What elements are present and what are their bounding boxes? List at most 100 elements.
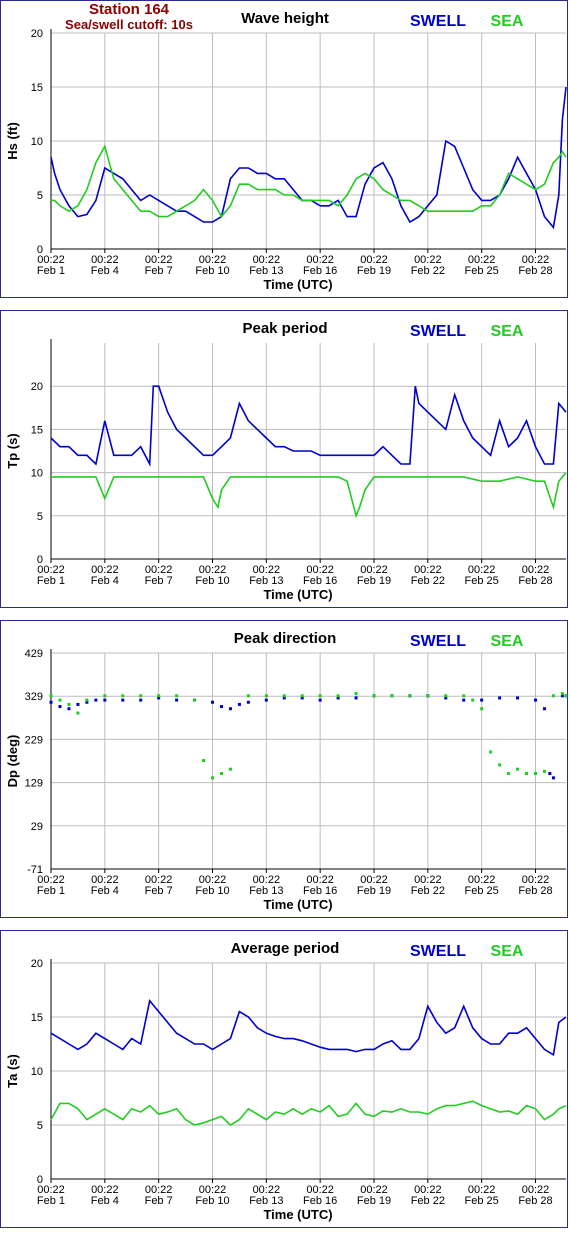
peak-direction-sea-point bbox=[462, 694, 466, 698]
peak-period-xtick-date: Feb 13 bbox=[249, 575, 283, 587]
average-period-xtick-date: Feb 19 bbox=[357, 1195, 391, 1207]
peak-period-ylabel: Tp (s) bbox=[5, 433, 20, 468]
average-period-chart: 0510152000:22Feb 100:22Feb 400:22Feb 700… bbox=[5, 940, 567, 1222]
peak-period-xtick-date: Feb 22 bbox=[411, 575, 445, 587]
peak-direction-sea-point bbox=[67, 702, 71, 706]
average-period-xtick-date: Feb 13 bbox=[249, 1195, 283, 1207]
average-period-swell-series bbox=[50, 999, 567, 1057]
peak-direction-sea-point bbox=[282, 694, 286, 698]
peak-direction-ylabel: Dp (deg) bbox=[5, 735, 20, 788]
peak-period-ytick-label: 5 bbox=[37, 511, 43, 523]
peak-direction-sea-point bbox=[444, 694, 448, 698]
peak-direction-xtick-date: Feb 25 bbox=[465, 885, 499, 897]
wave-height-panel: Station 164 Sea/swell cutoff: 10s 0 5 10 15… bbox=[0, 0, 568, 298]
peak-direction-sea-point bbox=[372, 694, 376, 698]
peak-direction-sea-point bbox=[551, 694, 555, 698]
peak-direction-xtick-date: Feb 16 bbox=[303, 885, 337, 897]
peak-direction-sea-point bbox=[157, 694, 161, 698]
peak-direction-ytick-label: 329 bbox=[25, 691, 43, 703]
peak-direction-sea-point bbox=[533, 772, 537, 776]
peak-direction-swell-point bbox=[49, 700, 53, 704]
peak-direction-swell-point bbox=[548, 772, 552, 776]
average-period-sea-series bbox=[50, 1100, 567, 1127]
peak-direction-sea-point bbox=[103, 694, 107, 698]
average-period-legend-sea: SEA bbox=[491, 943, 524, 960]
wave-height-chart: 0510152000:22Feb 100:22Feb 400:22Feb 700… bbox=[5, 10, 567, 292]
peak-direction-swell-point bbox=[551, 776, 555, 780]
wave-height-ytick-label: 20 bbox=[31, 28, 43, 40]
peak-period-xtick-date: Feb 10 bbox=[195, 575, 229, 587]
peak-period-xtick-date: Feb 7 bbox=[145, 575, 173, 587]
wave-height-xtick-date: Feb 25 bbox=[465, 265, 499, 277]
peak-period-legend-sea: SEA bbox=[491, 323, 524, 340]
peak-direction-xtick-date: Feb 1 bbox=[37, 885, 65, 897]
peak-direction-xtick-date: Feb 7 bbox=[145, 885, 173, 897]
peak-direction-ytick-label: 229 bbox=[25, 734, 43, 746]
peak-direction-xlabel: Time (UTC) bbox=[263, 897, 332, 912]
peak-direction-swell-point bbox=[264, 698, 268, 702]
average-period-xlabel: Time (UTC) bbox=[263, 1207, 332, 1222]
peak-direction-sea-point bbox=[564, 694, 568, 698]
average-period-ytick-label: 10 bbox=[31, 1066, 43, 1078]
peak-period-ytick-label: 10 bbox=[31, 468, 43, 480]
peak-direction-swell-series bbox=[49, 694, 568, 780]
average-period-legend-swell: SWELL bbox=[410, 943, 466, 960]
peak-direction-swell-point bbox=[533, 698, 537, 702]
peak-direction-xtick-date: Feb 4 bbox=[91, 885, 119, 897]
peak-direction-swell-point bbox=[76, 702, 80, 706]
peak-direction-sea-point bbox=[336, 694, 340, 698]
wave-height-legend-sea: SEA bbox=[491, 13, 524, 30]
average-period-xtick-date: Feb 10 bbox=[195, 1195, 229, 1207]
peak-direction-swell-point bbox=[210, 700, 214, 704]
peak-period-chart: 0510152000:22Feb 100:22Feb 400:22Feb 700… bbox=[5, 320, 567, 602]
peak-direction-swell-point bbox=[498, 696, 502, 700]
peak-period-ytick-label: 15 bbox=[31, 424, 43, 436]
average-period-xtick-date: Feb 25 bbox=[465, 1195, 499, 1207]
peak-direction-swell-point bbox=[58, 705, 62, 709]
wave-height-xtick-date: Feb 7 bbox=[145, 265, 173, 277]
wave-height-xtick-date: Feb 22 bbox=[411, 265, 445, 277]
peak-direction-sea-point bbox=[58, 698, 62, 702]
peak-period-xlabel: Time (UTC) bbox=[263, 587, 332, 602]
wave-height-ytick-label: 5 bbox=[37, 190, 43, 202]
peak-direction-sea-point bbox=[498, 763, 502, 767]
peak-direction-sea-point bbox=[121, 694, 125, 698]
peak-direction-sea-point bbox=[85, 698, 89, 702]
peak-direction-sea-point bbox=[210, 776, 214, 780]
peak-period-xtick-date: Feb 28 bbox=[518, 575, 552, 587]
peak-period-panel: 0 5 10 15 20 00:22 Feb 1 00:22 Feb 4 00:22 Feb 7 00… bbox=[0, 310, 568, 608]
peak-direction-swell-point bbox=[228, 707, 232, 711]
peak-direction-swell-point bbox=[121, 698, 125, 702]
wave-height-title: Wave height bbox=[241, 10, 329, 27]
average-period-title: Average period bbox=[231, 940, 340, 957]
peak-direction-sea-point bbox=[76, 711, 80, 715]
peak-direction-chart: -712912922932942900:22Feb 100:22Feb 400:… bbox=[5, 630, 568, 912]
peak-direction-ytick-label: 129 bbox=[25, 778, 43, 790]
peak-period-ytick-label: 20 bbox=[31, 381, 43, 393]
peak-direction-swell-point bbox=[175, 698, 179, 702]
wave-height-xtick-date: Feb 4 bbox=[91, 265, 119, 277]
peak-direction-xtick-date: Feb 10 bbox=[195, 885, 229, 897]
average-period-xtick-date: Feb 1 bbox=[37, 1195, 65, 1207]
peak-direction-legend-sea: SEA bbox=[491, 633, 524, 650]
peak-direction-sea-point bbox=[408, 694, 412, 698]
peak-direction-swell-point bbox=[94, 698, 98, 702]
peak-direction-sea-point bbox=[390, 694, 394, 698]
wave-height-xlabel: Time (UTC) bbox=[263, 277, 332, 292]
wave-height-ylabel: Hs (ft) bbox=[5, 122, 20, 160]
peak-period-xtick-date: Feb 4 bbox=[91, 575, 119, 587]
peak-direction-title: Peak direction bbox=[234, 630, 337, 647]
peak-direction-sea-point bbox=[264, 694, 268, 698]
peak-direction-sea-point bbox=[471, 698, 475, 702]
wave-height-xtick-date: Feb 16 bbox=[303, 265, 337, 277]
peak-period-title: Peak period bbox=[242, 320, 327, 337]
peak-direction-swell-point bbox=[139, 698, 143, 702]
peak-direction-legend-swell: SWELL bbox=[410, 633, 466, 650]
peak-direction-sea-point bbox=[219, 772, 223, 776]
peak-direction-sea-point bbox=[318, 694, 322, 698]
wave-height-xtick-date: Feb 1 bbox=[37, 265, 65, 277]
peak-direction-xtick-date: Feb 22 bbox=[411, 885, 445, 897]
peak-direction-swell-point bbox=[219, 705, 223, 709]
peak-direction-xtick-date: Feb 19 bbox=[357, 885, 391, 897]
peak-direction-swell-point bbox=[318, 698, 322, 702]
